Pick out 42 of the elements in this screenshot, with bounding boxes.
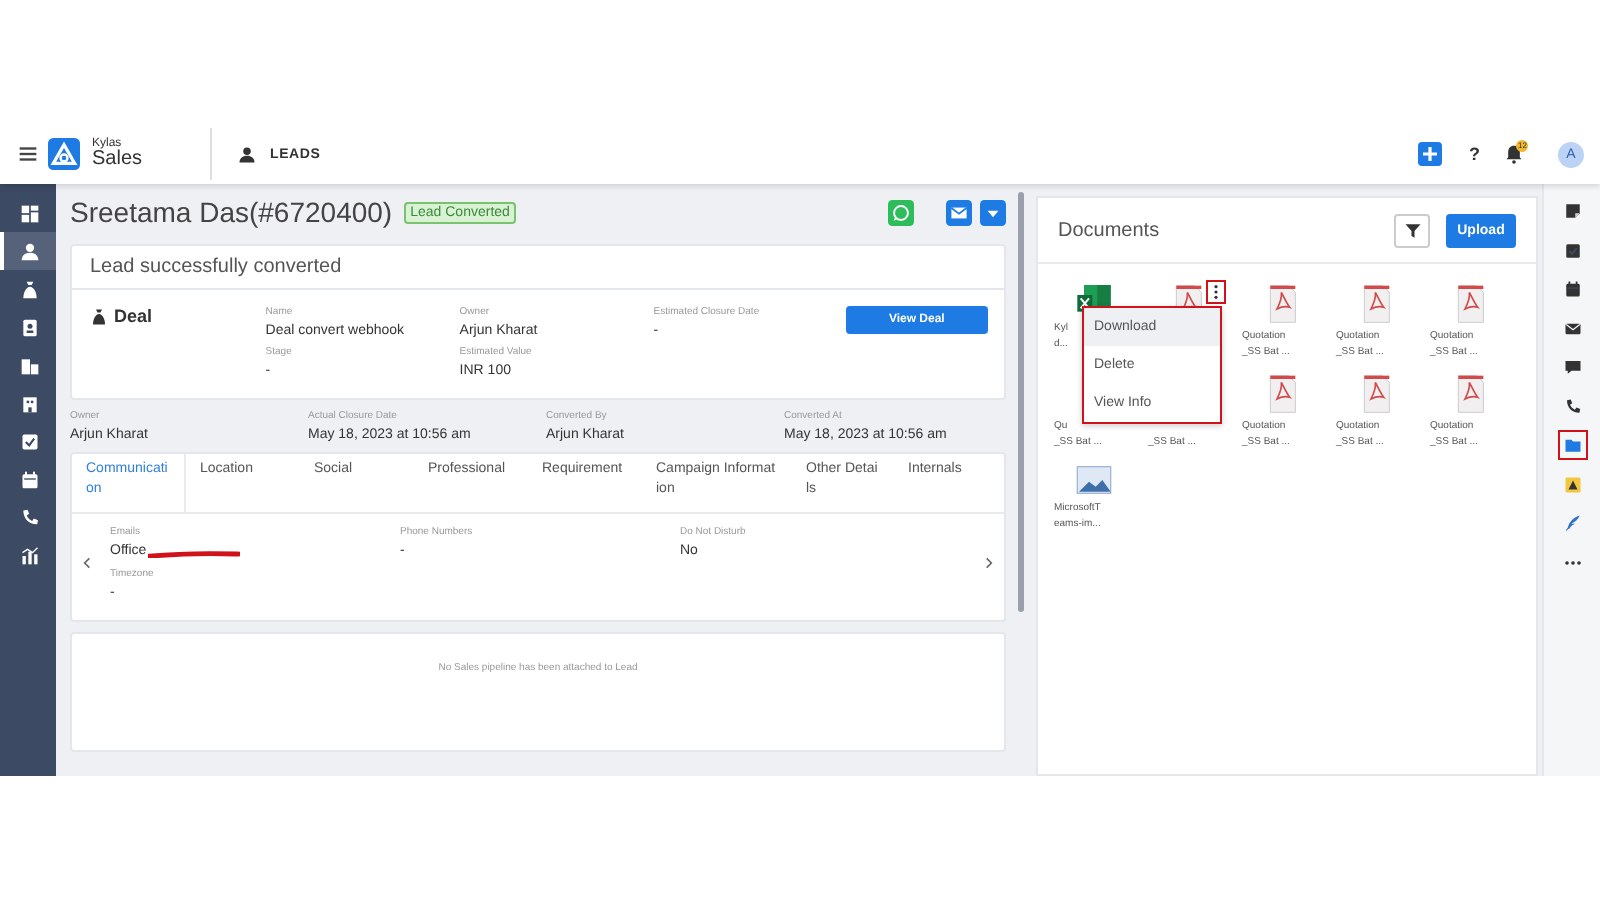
note-icon xyxy=(1563,202,1581,220)
filter-button[interactable] xyxy=(1394,214,1430,248)
dropdown-button[interactable] xyxy=(980,199,1006,225)
mail-icon xyxy=(1563,319,1581,337)
help-button[interactable]: ? xyxy=(1469,144,1480,164)
menu-icon[interactable] xyxy=(18,144,38,164)
entity-label: Deal xyxy=(114,306,153,326)
contact-card-icon xyxy=(20,317,40,337)
chevron-left-icon[interactable] xyxy=(80,554,94,572)
filter-icon xyxy=(1403,222,1421,240)
person-icon xyxy=(20,241,40,261)
image-file-icon[interactable] xyxy=(1073,460,1113,500)
add-button[interactable] xyxy=(1417,142,1441,166)
checkbox-icon xyxy=(1563,241,1581,259)
calendar-icon xyxy=(20,469,40,489)
lead-title: Sreetama Das(#6720400) xyxy=(70,196,393,228)
money-bag-icon xyxy=(90,307,108,325)
buildings-icon xyxy=(20,355,40,375)
chat-icon xyxy=(1563,358,1581,376)
bell-icon[interactable] xyxy=(1504,144,1524,164)
sidebar-item[interactable] xyxy=(0,232,56,270)
building-icon xyxy=(20,393,40,413)
dashboard-icon xyxy=(20,203,40,223)
person-icon xyxy=(238,145,257,163)
phone-icon xyxy=(1563,397,1581,415)
folder-icon xyxy=(1563,436,1581,454)
chevron-right-icon[interactable] xyxy=(982,554,996,572)
scrollbar[interactable] xyxy=(1018,192,1024,612)
panel-title: Documents xyxy=(1058,220,1160,242)
phone-icon xyxy=(20,507,40,527)
logo-icon xyxy=(48,138,80,170)
feather-icon xyxy=(1563,514,1581,532)
more-vertical-icon[interactable] xyxy=(1206,280,1226,304)
card-heading: Lead successfully converted xyxy=(72,246,1004,290)
app-name: Sales xyxy=(92,150,143,170)
money-bag-icon xyxy=(20,279,40,299)
bar-chart-icon xyxy=(20,545,40,565)
checkbox-icon xyxy=(20,431,40,451)
email-button[interactable] xyxy=(946,199,972,225)
rail-button[interactable] xyxy=(1557,430,1587,460)
calendar-icon xyxy=(1563,280,1581,298)
triangle-icon xyxy=(1563,475,1581,493)
